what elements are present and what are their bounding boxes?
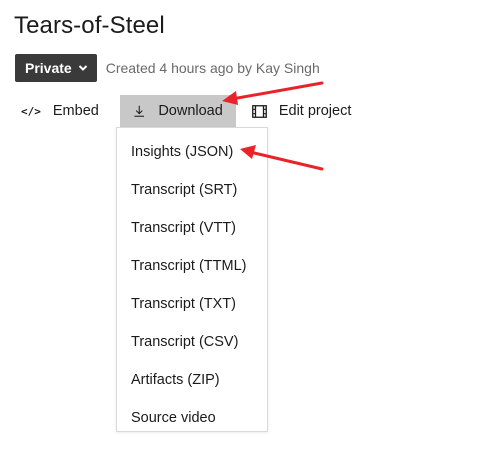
menu-item-transcript-csv[interactable]: Transcript (CSV) <box>117 323 267 361</box>
code-icon: </> <box>21 104 41 118</box>
embed-label: Embed <box>52 103 99 119</box>
created-info: Created 4 hours ago by Kay Singh <box>105 60 320 76</box>
download-button[interactable]: Download <box>119 95 236 127</box>
embed-button[interactable]: </> Embed <box>15 95 105 127</box>
download-icon <box>134 105 144 117</box>
toolbar: </> Embed Download Edit project <box>15 95 351 127</box>
menu-item-artifacts-zip[interactable]: Artifacts (ZIP) <box>117 361 267 399</box>
video-page: Tears-of-Steel Private Created 4 hours a… <box>0 0 483 474</box>
menu-item-transcript-srt[interactable]: Transcript (SRT) <box>117 171 267 209</box>
menu-item-transcript-ttml[interactable]: Transcript (TTML) <box>117 247 267 285</box>
menu-item-transcript-txt[interactable]: Transcript (TXT) <box>117 285 267 323</box>
edit-project-label: Edit project <box>278 103 352 119</box>
chevron-down-icon <box>78 65 87 71</box>
menu-item-insights-json[interactable]: Insights (JSON) <box>117 133 267 171</box>
download-menu: Insights (JSON) Transcript (SRT) Transcr… <box>116 127 268 432</box>
film-icon <box>251 104 267 118</box>
edit-project-button[interactable]: Edit project <box>251 95 352 127</box>
privacy-dropdown-button[interactable]: Private <box>15 54 97 82</box>
privacy-label: Private <box>25 60 72 76</box>
menu-item-transcript-vtt[interactable]: Transcript (VTT) <box>117 209 267 247</box>
menu-item-source-video[interactable]: Source video <box>117 399 267 437</box>
download-label: Download <box>158 103 223 119</box>
meta-row: Private Created 4 hours ago by Kay Singh <box>15 54 320 82</box>
page-title: Tears-of-Steel <box>14 12 165 39</box>
